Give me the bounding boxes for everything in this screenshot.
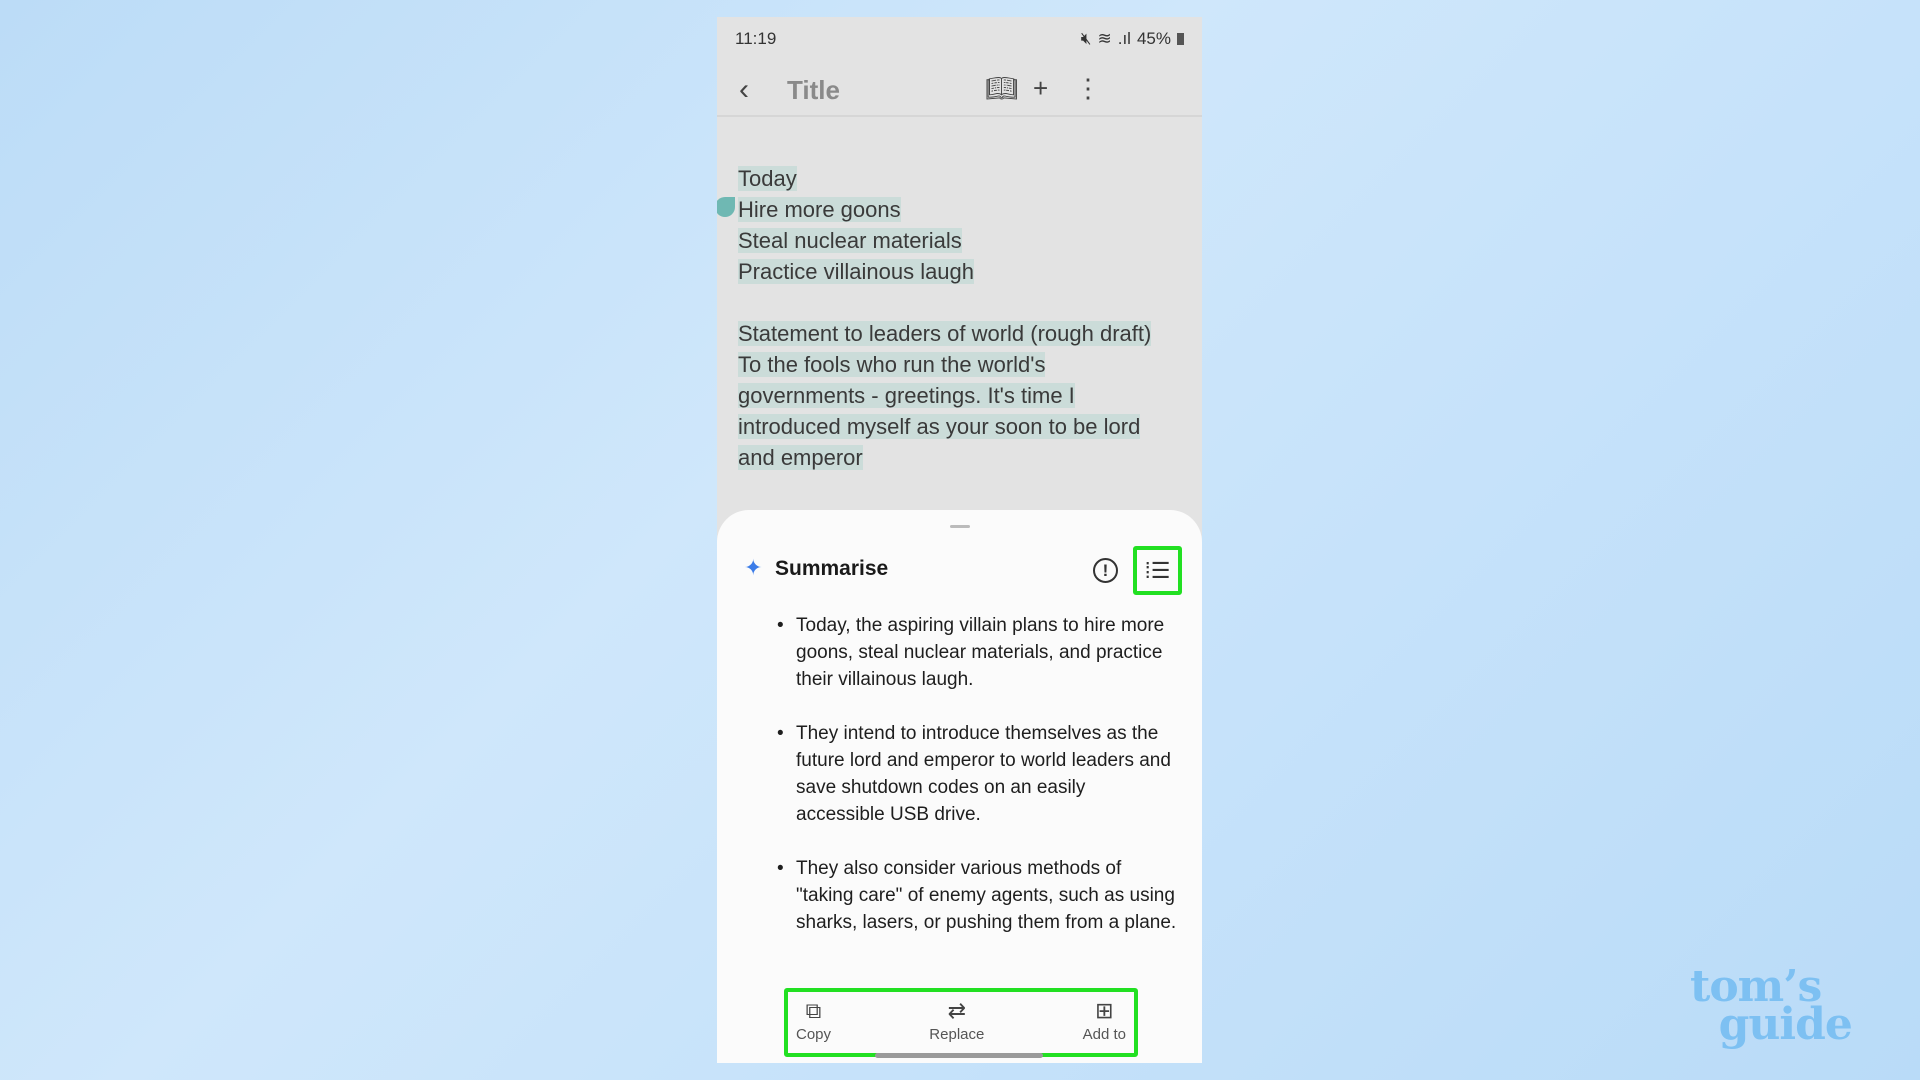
note-line: Statement to leaders of world (rough dra… bbox=[738, 321, 1152, 346]
replace-icon: ⇄ bbox=[947, 998, 967, 1023]
app-header: ‹ Title 📖︎ + ⋮ bbox=[717, 65, 1202, 117]
selection-handle[interactable] bbox=[717, 197, 735, 217]
plus-icon[interactable]: + bbox=[1033, 73, 1048, 104]
summary-bullet: They intend to introduce themselves as t… bbox=[777, 720, 1177, 828]
copy-icon: ⧉ bbox=[805, 998, 822, 1023]
format-toggle-button[interactable]: ⁞☰ bbox=[1133, 546, 1182, 595]
replace-label: Replace bbox=[929, 1026, 985, 1043]
summary-bullet: They also consider various methods of "t… bbox=[777, 855, 1177, 936]
note-line: Hire more goons bbox=[738, 197, 901, 222]
clock: 11:19 bbox=[735, 29, 777, 48]
summary-title: Summarise bbox=[775, 557, 889, 580]
summary-sheet: ✦ Summarise ! ⁞☰ Today, the aspiring vil… bbox=[717, 510, 1202, 1063]
summary-bullet: Today, the aspiring villain plans to hir… bbox=[777, 612, 1177, 693]
note-line: governments - greetings. It's time I bbox=[738, 383, 1075, 408]
more-icon[interactable]: ⋮ bbox=[1075, 73, 1101, 104]
note-title[interactable]: Title bbox=[787, 75, 840, 106]
battery-icon bbox=[1177, 33, 1184, 45]
list-format-icon: ⁞☰ bbox=[1144, 557, 1171, 583]
replace-button[interactable]: ⇄ Replace bbox=[929, 992, 984, 1053]
signal-icon: .ıl bbox=[1117, 29, 1131, 48]
note-line: and emperor bbox=[738, 445, 863, 470]
add-to-label: Add to bbox=[1082, 1026, 1126, 1043]
action-bar: ⧉ Copy ⇄ Replace ⊞ Add to bbox=[784, 988, 1138, 1057]
note-line: introduced myself as your soon to be lor… bbox=[738, 414, 1141, 439]
drag-handle[interactable] bbox=[950, 525, 970, 528]
status-bar: 11:19 🔇︎ ≋ .ıl 45% bbox=[717, 17, 1202, 57]
note-line: Today bbox=[738, 166, 797, 191]
copy-button[interactable]: ⧉ Copy bbox=[796, 992, 831, 1053]
phone-screen: 11:19 🔇︎ ≋ .ıl 45% ‹ Title 📖︎ + ⋮ Today … bbox=[717, 17, 1202, 1063]
add-to-icon: ⊞ bbox=[1095, 998, 1114, 1023]
sparkle-icon: ✦ bbox=[744, 555, 763, 580]
copy-label: Copy bbox=[796, 1026, 832, 1043]
add-to-button[interactable]: ⊞ Add to bbox=[1083, 992, 1126, 1053]
note-body[interactable]: Today Hire more goons Steal nuclear mate… bbox=[738, 163, 1152, 473]
battery-level: 45% bbox=[1136, 29, 1171, 48]
back-icon[interactable]: ‹ bbox=[739, 73, 749, 107]
summary-list: Today, the aspiring villain plans to hir… bbox=[777, 612, 1177, 963]
book-icon[interactable]: 📖︎ bbox=[985, 73, 1018, 104]
note-line: To the fools who run the world's bbox=[738, 352, 1046, 377]
toms-guide-logo: tom’s guide bbox=[1690, 961, 1853, 1050]
note-line: Practice villainous laugh bbox=[738, 259, 975, 284]
wifi-icon: ≋ bbox=[1097, 29, 1112, 48]
note-line: Steal nuclear materials bbox=[738, 228, 962, 253]
home-indicator[interactable] bbox=[875, 1053, 1043, 1058]
info-icon[interactable]: ! bbox=[1093, 558, 1118, 583]
mute-icon: 🔇︎ bbox=[1080, 29, 1092, 48]
